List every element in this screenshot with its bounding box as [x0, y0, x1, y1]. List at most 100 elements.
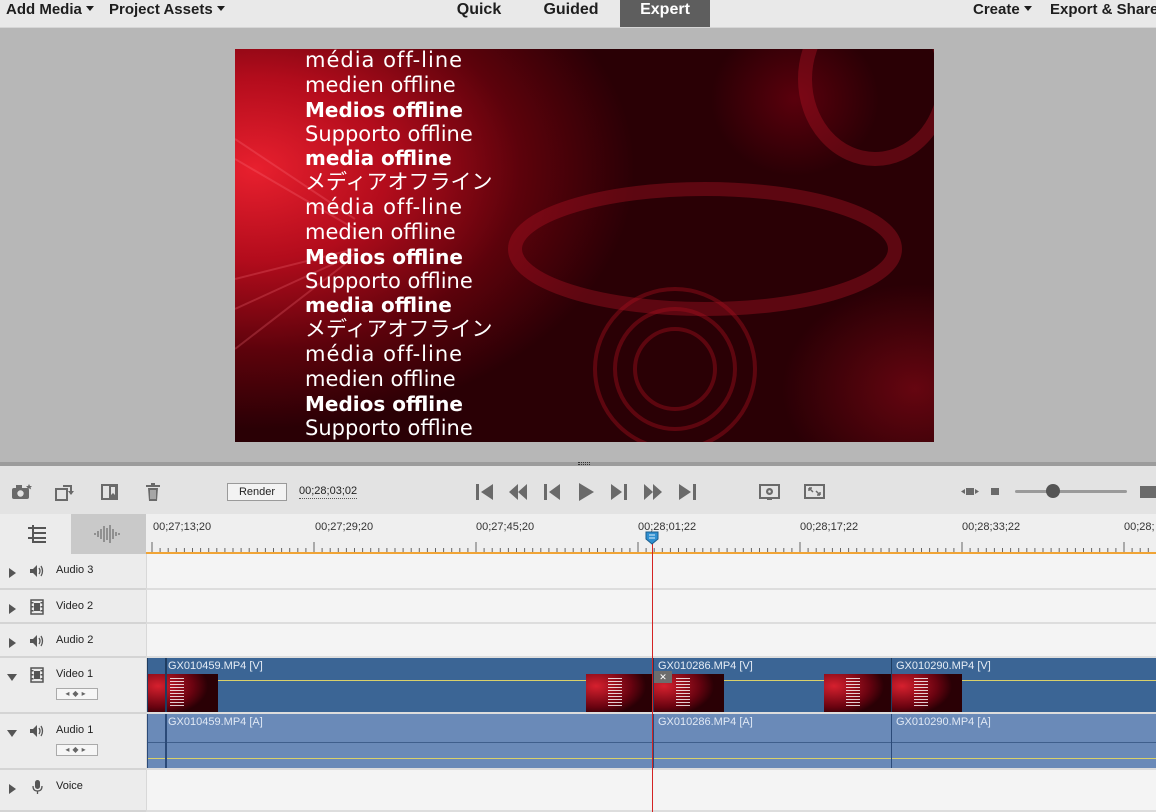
marker-icon[interactable] [99, 482, 121, 502]
clip-thumbnail [586, 674, 653, 712]
step-back-icon[interactable] [507, 482, 529, 502]
waveform-icon [94, 525, 120, 543]
create-label: Create [973, 1, 1020, 18]
speaker-icon[interactable] [29, 723, 45, 739]
camera-icon[interactable] [11, 482, 33, 502]
render-button[interactable]: Render [227, 483, 287, 501]
microphone-icon[interactable] [29, 779, 45, 795]
track-header-audio-2: Audio 2 [0, 624, 146, 658]
film-strip-icon[interactable] [29, 667, 45, 683]
frame-forward-icon[interactable] [608, 482, 630, 502]
offline-text-line: média off-line [305, 195, 464, 219]
keyframe-navigator[interactable]: ◂◆▸ [56, 744, 98, 756]
mode-tab-guided[interactable]: Guided [532, 0, 610, 27]
expand-track-icon[interactable] [9, 784, 16, 794]
offline-text-line: Supporto offline [305, 269, 473, 293]
offline-text-line: Supporto offline [305, 416, 473, 440]
top-menu-bar: Add Media Project Assets Quick Guided Ex… [0, 0, 1156, 28]
offline-text-line: Medios offline [305, 98, 463, 122]
video-clip[interactable]: GX010286.MP4 [V] ✕ [653, 658, 891, 712]
ruler-tools [0, 514, 146, 554]
track-lane-audio-1[interactable]: GX010459.MP4 [A] GX010286.MP4 [A] GX0102… [146, 714, 1156, 770]
track-header-voice: Voice [0, 770, 146, 812]
volume-line[interactable] [148, 758, 653, 759]
ruler-timecode-label: 00;27;29;20 [315, 521, 374, 533]
trash-icon[interactable] [143, 482, 165, 502]
go-to-end-icon[interactable] [676, 482, 698, 502]
create-menu[interactable]: Create [973, 0, 1032, 22]
track-header-video-1: Video 1 ◂◆▸ [0, 658, 146, 714]
media-offline-preview[interactable]: média off-line medien offline Medios off… [235, 49, 934, 442]
playhead-line[interactable] [652, 542, 653, 812]
rotate-icon[interactable] [54, 482, 76, 502]
volume-line[interactable] [892, 758, 1156, 759]
offline-text-line: メディアオフライン [305, 170, 493, 194]
zoom-slider-track[interactable] [1015, 490, 1127, 493]
ruler-timecode-label: 00;28;17;22 [800, 521, 859, 533]
splitter-grip-icon[interactable] [578, 462, 590, 465]
offline-text-line: media offline [305, 146, 452, 170]
playhead-handle-icon[interactable] [645, 531, 659, 545]
mode-tab-quick[interactable]: Quick [446, 0, 512, 27]
track-lane-audio-3[interactable] [146, 554, 1156, 590]
clip-name: GX010286.MP4 [A] [658, 716, 753, 728]
track-lane-video-1[interactable]: GX010459.MP4 [V] GX010286.MP4 [V] ✕ GX01… [146, 658, 1156, 714]
mode-tab-expert[interactable]: Expert [620, 0, 710, 27]
track-lane-video-2[interactable] [146, 590, 1156, 624]
track-name: Audio 2 [56, 634, 94, 646]
expand-track-icon[interactable] [9, 604, 16, 614]
video-clip[interactable]: GX010290.MP4 [V] [891, 658, 1156, 712]
speaker-icon[interactable] [29, 563, 45, 579]
ruler-timecode-label: 00;28;33;22 [962, 521, 1021, 533]
chevron-down-icon [216, 6, 225, 11]
collapse-track-icon[interactable] [7, 674, 17, 681]
project-assets-menu[interactable]: Project Assets [109, 0, 225, 22]
track-lane-audio-2[interactable] [146, 624, 1156, 658]
collapse-track-icon[interactable] [7, 730, 17, 737]
track-lane-voice[interactable] [146, 770, 1156, 812]
keyframe-navigator[interactable]: ◂◆▸ [56, 688, 98, 700]
film-strip-icon[interactable] [29, 599, 45, 615]
render-settings-icon[interactable] [759, 482, 781, 502]
offline-text-line: medien offline [305, 73, 456, 97]
audio-waveform-tab[interactable] [71, 514, 146, 554]
opacity-line[interactable] [148, 680, 653, 681]
go-to-start-icon[interactable] [474, 482, 496, 502]
project-assets-label: Project Assets [109, 1, 213, 18]
video-clip[interactable]: GX010459.MP4 [V] [147, 658, 653, 712]
transition-icon[interactable]: ✕ [654, 671, 672, 683]
audio-channel-divider [148, 742, 653, 743]
expand-track-icon[interactable] [9, 568, 16, 578]
frame-back-icon[interactable] [541, 482, 563, 502]
offline-text-line: medien offline [305, 367, 456, 391]
volume-line[interactable] [654, 758, 891, 759]
ruler-timecode-label: 00;27;13;20 [153, 521, 212, 533]
track-name: Audio 1 [56, 724, 94, 736]
track-header-audio-3: Audio 3 [0, 554, 146, 590]
play-icon[interactable] [575, 482, 597, 502]
step-forward-icon[interactable] [642, 482, 664, 502]
expand-track-icon[interactable] [9, 638, 16, 648]
offline-text-line: media offline [305, 293, 452, 317]
audio-clip[interactable]: GX010459.MP4 [A] [147, 714, 653, 768]
audio-clip[interactable]: GX010290.MP4 [A] [891, 714, 1156, 768]
track-settings-tab[interactable] [0, 514, 71, 554]
audio-clip[interactable]: GX010286.MP4 [A] [653, 714, 891, 768]
ruler-timecode-label: 00;28; [1124, 521, 1155, 533]
export-share-menu[interactable]: Export & Share [1050, 0, 1156, 22]
offline-text-line: Supporto offline [305, 122, 473, 146]
small-frame-icon[interactable] [988, 482, 1002, 502]
fullscreen-icon[interactable] [804, 482, 826, 502]
zoom-out-icon[interactable] [960, 482, 980, 502]
current-timecode[interactable]: 00;28;03;02 [299, 484, 358, 499]
speaker-icon[interactable] [29, 633, 45, 649]
chevron-down-icon [1023, 6, 1032, 11]
offline-text-line: média off-line [305, 49, 464, 72]
zoom-in-icon[interactable] [1138, 482, 1156, 502]
monitor-panel: média off-line medien offline Medios off… [0, 29, 1156, 462]
track-header-audio-1: Audio 1 ◂◆▸ [0, 714, 146, 770]
add-media-menu[interactable]: Add Media [6, 0, 94, 22]
zoom-slider-handle[interactable] [1046, 484, 1060, 498]
clip-thumbnail [824, 674, 891, 712]
offline-text-line: medien offline [305, 220, 456, 244]
